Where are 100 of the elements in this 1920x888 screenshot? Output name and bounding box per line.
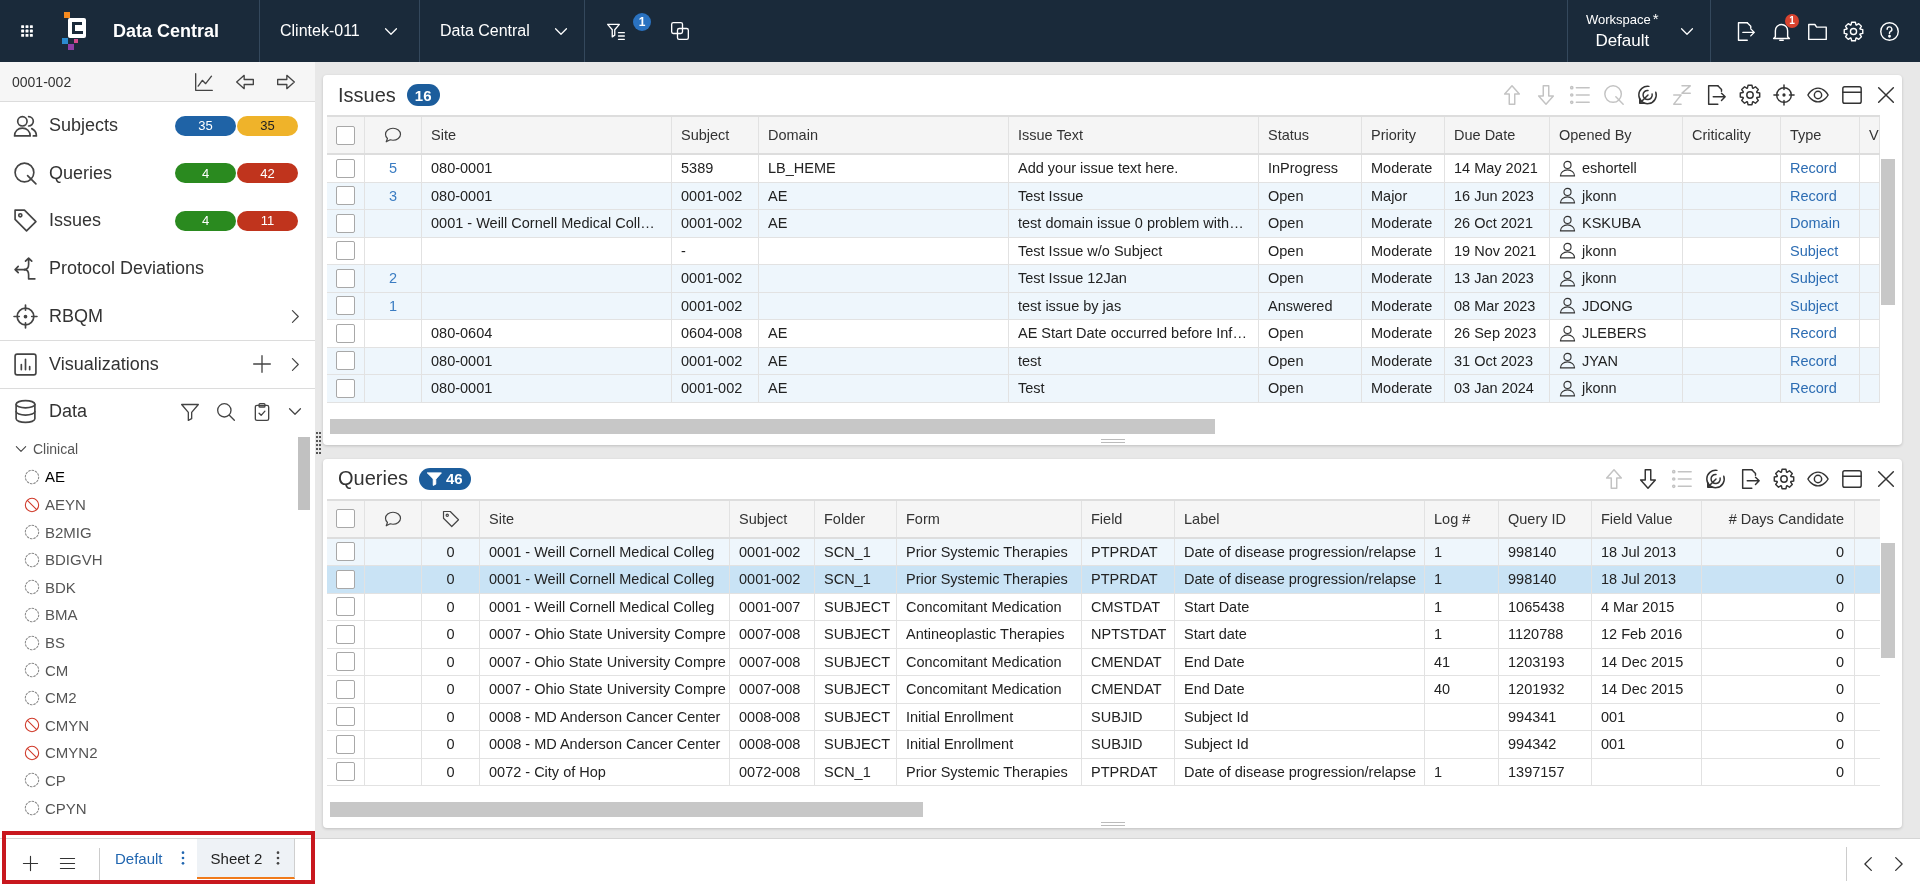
chevron-right-icon[interactable] — [291, 308, 299, 324]
filter-icon[interactable] — [180, 401, 200, 422]
count-badge[interactable]: 42 — [237, 163, 298, 184]
close-icon[interactable] — [1875, 84, 1897, 106]
line-chart-icon[interactable] — [194, 71, 214, 92]
tree-item[interactable]: CMYN — [24, 711, 90, 740]
nav-item[interactable]: Protocol Deviations — [49, 258, 205, 280]
comment-count-link[interactable]: 5 — [388, 160, 398, 177]
column-header[interactable]: Criticality — [1683, 117, 1781, 153]
tree-group-label[interactable]: Clinical — [33, 441, 79, 458]
export-icon[interactable] — [1739, 467, 1761, 490]
checkbox[interactable] — [336, 213, 355, 233]
scrollbar-thumb[interactable] — [330, 418, 1215, 434]
tree-item[interactable]: B2MIG — [24, 518, 92, 546]
spiral-arrow-icon[interactable] — [1705, 467, 1727, 490]
column-header[interactable]: Priority — [1362, 117, 1445, 153]
tree-item[interactable]: CM2 — [24, 683, 77, 712]
tree-item[interactable]: CM — [24, 656, 69, 684]
menu-icon[interactable] — [59, 855, 76, 872]
type-link[interactable]: Record — [1790, 187, 1837, 204]
scrollbar-thumb[interactable] — [1881, 542, 1895, 658]
checkbox[interactable] — [336, 707, 355, 727]
type-link[interactable]: Record — [1790, 160, 1837, 177]
column-header[interactable]: Folder — [815, 500, 897, 537]
spiral-arrow-icon[interactable] — [1637, 84, 1659, 106]
type-link[interactable]: Subject — [1790, 297, 1839, 314]
table-row[interactable]: 080-0001 0001-002 AE test Open Moderate 31 Oct 2023 JYAN Record — [327, 347, 1880, 375]
crosshair-icon[interactable] — [1773, 84, 1795, 106]
tree-item[interactable]: CP — [24, 766, 66, 795]
export-icon[interactable] — [1705, 84, 1727, 106]
table-row[interactable]: 5 080-0001 5389 LB_HEME Add your issue text here. InProgress Moderate 14 May 2021 eshortell Record — [327, 155, 1880, 183]
tag-icon[interactable] — [441, 509, 460, 528]
more-icon[interactable] — [180, 850, 185, 866]
eye-icon[interactable] — [1807, 84, 1829, 106]
checkbox[interactable] — [336, 734, 355, 754]
column-header[interactable]: Field Value — [1592, 500, 1702, 537]
column-header[interactable]: Due Date — [1445, 117, 1550, 153]
apps-grid-icon[interactable] — [20, 24, 34, 38]
type-link[interactable]: Domain — [1790, 215, 1840, 232]
table-row[interactable]: 0 0007 - Ohio State University Compre 0007-008 SUBJECT Concomitant Medication CMENDAT End Date 40 1201932 14 Dec 2015 0 — [327, 676, 1880, 704]
settings-icon[interactable] — [1739, 84, 1761, 106]
table-row[interactable]: 0001 - Weill Cornell Medical Coll… 0001-002 AE test domain issue 0 problem with… Open Moderate 26 Oct 2021 KSKUBA Domain — [327, 210, 1880, 238]
column-header[interactable]: Status — [1259, 117, 1362, 153]
nav-item[interactable]: Visualizations — [49, 353, 159, 375]
tree-item[interactable]: BMA — [24, 601, 78, 629]
column-header[interactable]: V — [1860, 117, 1880, 153]
clipboard-check-icon[interactable] — [252, 401, 272, 422]
checkbox[interactable] — [336, 597, 355, 617]
column-header[interactable]: Field — [1082, 500, 1175, 537]
column-header[interactable]: Log # — [1425, 500, 1499, 537]
arrow-down-icon[interactable] — [1637, 467, 1659, 490]
table-row[interactable]: 080-0001 0001-002 AE Test Open Moderate 03 Jan 2024 jkonn Record — [327, 375, 1880, 403]
table-row[interactable]: 0 0001 - Weill Cornell Medical Colleg 0001-002 SCN_1 Prior Systemic Therapies PTPRDAT Date of disease progression/relapse 1 998140 18 Jul 2013 0 — [327, 566, 1880, 594]
column-header[interactable]: Form — [897, 500, 1082, 537]
scrollbar-thumb[interactable] — [1881, 159, 1895, 305]
table-row[interactable]: 0 0007 - Ohio State University Compre 0007-008 SUBJECT Concomitant Medication CMENDAT End Date 41 1203193 14 Dec 2015 0 — [327, 648, 1880, 676]
column-header[interactable]: Subject — [672, 117, 759, 153]
sheet-tab[interactable]: Sheet 2 — [196, 839, 296, 879]
tree-item[interactable]: AE — [24, 463, 65, 491]
panel-layout-icon[interactable] — [1841, 84, 1863, 106]
comment-count-link[interactable]: 3 — [388, 187, 398, 204]
type-link[interactable]: Subject — [1790, 242, 1839, 259]
caret-down-icon[interactable] — [15, 445, 27, 454]
comment-icon[interactable] — [384, 126, 402, 144]
copy-icon[interactable] — [670, 21, 690, 41]
table-row[interactable]: 1 0001-002 test issue by jas Answered Moderate 08 Mar 2023 JDONG Subject — [327, 292, 1880, 320]
tree-item[interactable]: CMYN2 — [24, 739, 98, 767]
resize-handle[interactable] — [1100, 822, 1125, 826]
filter-list-icon[interactable] — [606, 21, 626, 41]
checkbox[interactable] — [336, 509, 355, 528]
count-badge[interactable]: 4 — [175, 211, 236, 231]
tree-item[interactable]: BDIGVH — [24, 545, 103, 574]
checkbox[interactable] — [336, 125, 355, 145]
nav-item[interactable]: RBQM — [49, 305, 103, 327]
checkbox[interactable] — [336, 158, 355, 178]
table-row[interactable]: 0 0001 - Weill Cornell Medical Colleg 0001-002 SCN_1 Prior Systemic Therapies PTPRDAT Date of disease progression/relapse 1 998140 18 Jul 2013 0 — [327, 538, 1880, 566]
sheet-tab[interactable]: Default — [100, 839, 197, 879]
resize-grip[interactable] — [316, 432, 321, 454]
checkbox[interactable] — [336, 323, 355, 343]
scrollbar-thumb[interactable] — [330, 802, 923, 817]
comment-icon[interactable] — [384, 509, 402, 528]
resize-handle[interactable] — [1100, 438, 1125, 443]
tree-item[interactable]: AEYN — [24, 490, 86, 519]
tree-item[interactable]: BDK — [24, 573, 76, 602]
column-header[interactable]: # Days Candidate — [1702, 500, 1855, 537]
chevron-down-icon[interactable] — [288, 407, 302, 417]
count-badge[interactable]: 35 — [237, 115, 298, 136]
panel-layout-icon[interactable] — [1841, 467, 1863, 490]
more-icon[interactable] — [276, 850, 281, 866]
chevron-right-icon[interactable] — [1894, 855, 1903, 872]
chevron-right-icon[interactable] — [291, 356, 299, 372]
comment-count-link[interactable]: 1 — [388, 297, 398, 314]
checkbox[interactable] — [336, 241, 355, 261]
checkbox[interactable] — [336, 762, 355, 782]
search-icon[interactable] — [216, 401, 236, 422]
type-link[interactable]: Record — [1790, 325, 1837, 342]
count-badge[interactable]: 35 — [175, 115, 236, 136]
plus-icon[interactable] — [252, 354, 272, 375]
chevron-left-icon[interactable] — [1864, 855, 1873, 872]
column-header[interactable]: Domain — [759, 117, 1009, 153]
